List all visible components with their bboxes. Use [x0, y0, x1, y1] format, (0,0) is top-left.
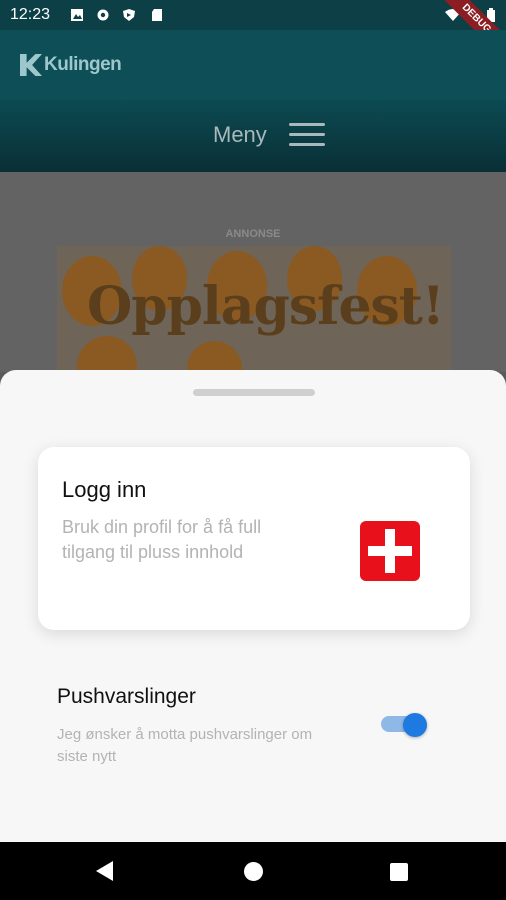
login-description: Bruk din profil for å få full tilgang ti…: [62, 517, 262, 562]
plus-logo-icon: [360, 521, 420, 581]
menu-bar[interactable]: Meny: [0, 100, 506, 172]
home-icon[interactable]: [244, 862, 263, 881]
recent-apps-icon[interactable]: [390, 863, 408, 881]
menu-label: Meny: [213, 122, 267, 147]
toggle-knob: [403, 713, 427, 737]
system-nav-bar: [0, 842, 506, 900]
logo-k-icon: [20, 54, 42, 76]
sheet-drag-handle[interactable]: [193, 389, 315, 396]
status-time: 12:23: [10, 6, 51, 23]
app-logo[interactable]: Kulingen: [20, 52, 122, 78]
app-bar: Kulingen: [0, 30, 506, 100]
shield-icon: [123, 9, 135, 21]
status-bar: 12:23 DEBUG: [0, 0, 506, 68]
login-card[interactable]: Logg inn Bruk din profil for å få full t…: [38, 447, 470, 630]
ad-banner[interactable]: Opplagsfest!: [57, 246, 451, 376]
sd-card-icon: [152, 9, 162, 21]
logo-text: Kulingen: [44, 54, 122, 75]
hamburger-menu-icon[interactable]: [289, 123, 325, 147]
ad-banner-text: Opplagsfest!: [87, 276, 445, 337]
login-title: Logg inn: [62, 477, 147, 502]
push-notifications-title: Pushvarslinger: [57, 685, 196, 708]
push-notifications-toggle[interactable]: [381, 713, 427, 737]
back-icon[interactable]: [96, 861, 113, 881]
ad-label: ANNONSE: [225, 228, 281, 240]
image-icon: [71, 9, 83, 21]
settings-bottom-sheet: Logg inn Bruk din profil for å få full t…: [0, 370, 506, 842]
page-content: ANNONSE Opplagsfest!: [0, 172, 506, 376]
push-notifications-description: Jeg ønsker å motta pushvarslinger om sis…: [57, 726, 313, 765]
gear-icon: [97, 9, 109, 21]
